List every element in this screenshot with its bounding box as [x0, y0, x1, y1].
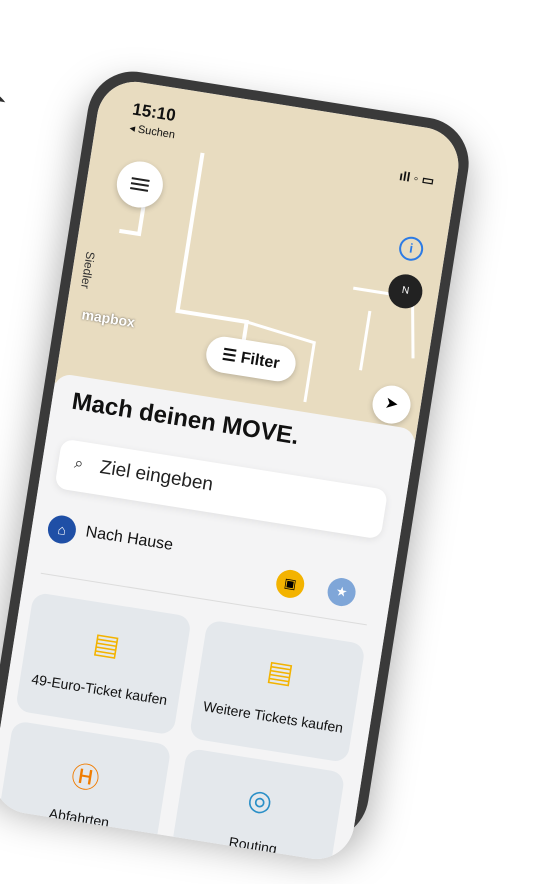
search-icon: ⌕ [73, 454, 85, 473]
briefcase-icon[interactable]: ▣ [274, 567, 307, 600]
home-icon: ⌂ [45, 513, 78, 546]
filter-label: Filter [239, 349, 281, 373]
search-placeholder: Ziel eingeben [98, 456, 215, 496]
bus-stop-icon: Ⓗ [69, 760, 102, 796]
tile-label: Weitere Tickets kaufen [202, 697, 345, 736]
navigation-arrow-icon: ➤ [383, 394, 400, 414]
tile-more-tickets[interactable]: ▤ Weitere Tickets kaufen [188, 619, 366, 764]
bottom-sheet: Mach deinen MOVE. ⌕ Ziel eingeben ⌂ Nach… [0, 372, 417, 865]
hamburger-icon [130, 174, 151, 195]
tile-routing[interactable]: ◎ Routing [168, 747, 346, 865]
search-input[interactable]: ⌕ Ziel eingeben [54, 438, 389, 540]
tile-label: Routing [227, 833, 278, 857]
tile-49-euro-ticket[interactable]: ▤ 49-Euro-Ticket kaufen [15, 591, 192, 736]
ticket-icon: ▤ [91, 627, 122, 662]
tile-label: 49-Euro-Ticket kaufen [30, 670, 169, 709]
ticket-icon: ▤ [264, 654, 296, 690]
home-label: Nach Hause [84, 523, 175, 554]
map-pin-icon: ◎ [245, 783, 275, 818]
star-icon[interactable]: ★ [325, 576, 358, 609]
